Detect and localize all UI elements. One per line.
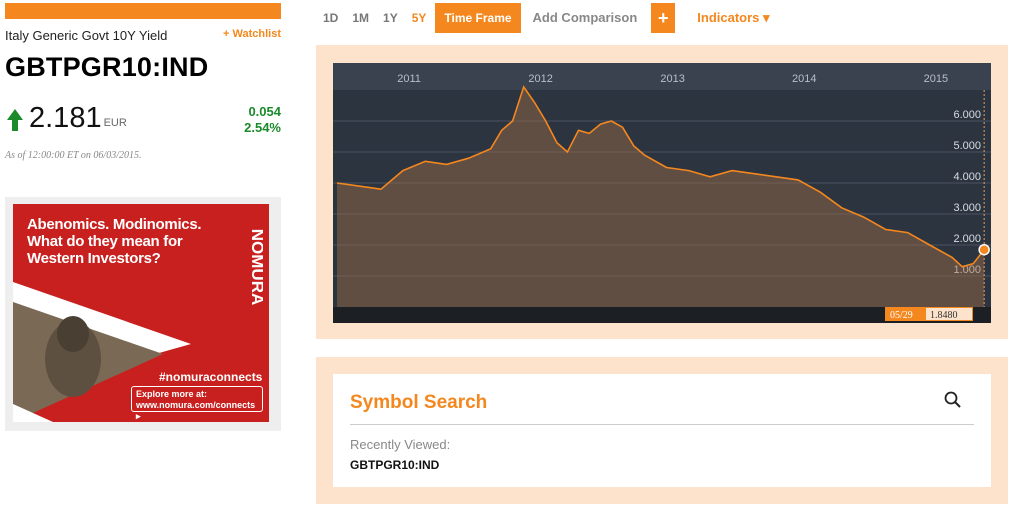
x-tick-label: 2012 bbox=[528, 73, 552, 85]
price-chart[interactable]: 201120122013201420151.0002.0003.0004.000… bbox=[333, 63, 991, 323]
range-5y-button[interactable]: 5Y bbox=[405, 3, 434, 33]
y-tick-label: 2.000 bbox=[953, 233, 981, 245]
ticker-symbol: GBTPGR10:IND bbox=[5, 52, 209, 82]
as-of-timestamp: As of 12:00:00 ET on 06/03/2015. bbox=[5, 150, 142, 161]
x-tick-label: 2015 bbox=[924, 73, 948, 85]
chart-panel: 201120122013201420151.0002.0003.0004.000… bbox=[316, 45, 1008, 339]
ad-hashtag: #nomuraconnects bbox=[159, 370, 263, 384]
nomura-ad[interactable]: Abenomics. Modinomics. What do they mean… bbox=[13, 204, 269, 422]
x-tick-label: 2013 bbox=[660, 73, 684, 85]
range-1m-button[interactable]: 1M bbox=[345, 3, 376, 33]
recently-viewed-label: Recently Viewed: bbox=[350, 437, 451, 452]
last-price: 2.181 bbox=[29, 102, 102, 134]
indicators-dropdown[interactable]: Indicators ▾ bbox=[675, 3, 769, 33]
x-tick-label: 2011 bbox=[397, 73, 421, 85]
security-name: Italy Generic Govt 10Y Yield bbox=[5, 28, 168, 43]
svg-text:NOMURA: NOMURA bbox=[248, 229, 263, 306]
up-arrow-icon bbox=[5, 107, 25, 133]
range-1d-button[interactable]: 1D bbox=[316, 3, 345, 33]
symbol-search-title: Symbol Search bbox=[350, 392, 488, 413]
crosshair-point bbox=[978, 243, 990, 256]
page: Italy Generic Govt 10Y Yield + Watchlist… bbox=[0, 0, 1024, 520]
accent-bar bbox=[5, 3, 281, 19]
add-button[interactable]: + bbox=[651, 3, 676, 33]
x-tick-label: 2014 bbox=[792, 73, 816, 85]
ad-cta[interactable]: Explore more at: www.nomura.com/connects… bbox=[131, 386, 263, 421]
divider bbox=[350, 424, 974, 425]
symbol-search-card: Symbol Search Recently Viewed: GBTPGR10:… bbox=[333, 374, 991, 487]
add-comparison-button[interactable]: Add Comparison bbox=[521, 3, 650, 33]
watchlist-button[interactable]: + Watchlist bbox=[223, 28, 281, 40]
symbol-search-panel: Symbol Search Recently Viewed: GBTPGR10:… bbox=[316, 357, 1008, 504]
nomura-logo: NOMURA bbox=[241, 212, 267, 322]
crosshair-date: 05/29 bbox=[890, 310, 913, 321]
crosshair-value: 1.8480 bbox=[930, 310, 958, 321]
price-change: 0.054 2.54% bbox=[244, 104, 281, 136]
y-tick-label: 5.000 bbox=[953, 140, 981, 152]
price-row: 2.181 EUR bbox=[5, 103, 127, 133]
currency: EUR bbox=[103, 117, 127, 129]
y-tick-label: 6.000 bbox=[953, 109, 981, 121]
search-icon[interactable] bbox=[943, 390, 963, 410]
y-tick-label: 3.000 bbox=[953, 202, 981, 214]
chart-svg: 201120122013201420151.0002.0003.0004.000… bbox=[333, 63, 991, 323]
recently-viewed-item[interactable]: GBTPGR10:IND bbox=[350, 458, 439, 472]
change-absolute: 0.054 bbox=[248, 104, 281, 119]
series-area bbox=[337, 86, 985, 308]
range-1y-button[interactable]: 1Y bbox=[376, 3, 405, 33]
chart-toolbar: 1D 1M 1Y 5Y Time Frame Add Comparison + … bbox=[316, 3, 770, 33]
ad-headline: Abenomics. Modinomics. What do they mean… bbox=[27, 216, 202, 267]
change-percent: 2.54% bbox=[244, 120, 281, 135]
y-tick-label: 4.000 bbox=[953, 171, 981, 183]
time-frame-button[interactable]: Time Frame bbox=[435, 3, 521, 33]
